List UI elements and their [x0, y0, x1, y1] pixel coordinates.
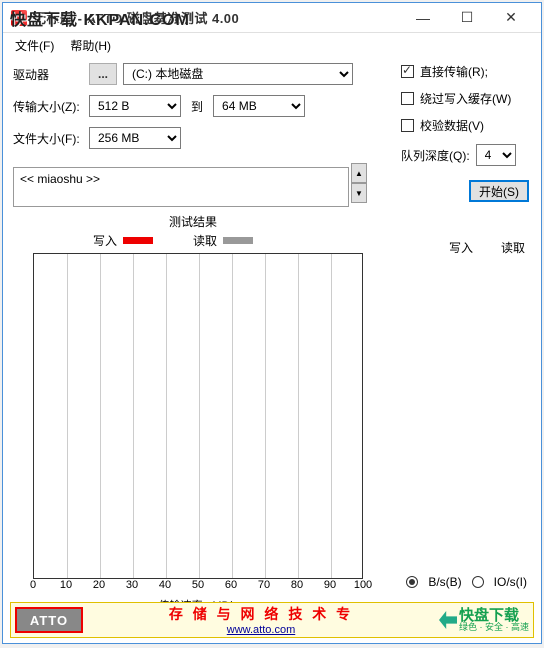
- grid-line: [265, 254, 266, 578]
- kkpan-arrow-icon: [439, 611, 457, 629]
- app-window: 无标题 - ATTO 磁盘基准测试 4.00 — ☐ ✕ 文件(F) 帮助(H)…: [2, 2, 542, 644]
- x-tick-label: 50: [192, 579, 204, 591]
- browse-button[interactable]: ...: [89, 63, 117, 85]
- bypass-cache-checkbox[interactable]: [401, 92, 414, 105]
- desc-spin-up[interactable]: ▲: [351, 163, 367, 183]
- legend-write-label: 写入: [93, 232, 117, 249]
- start-button[interactable]: 开始(S): [469, 180, 529, 202]
- options-column: 直接传输(R); 绕过写入缓存(W) 校验数据(V) 队列深度(Q): 4 开始…: [401, 63, 529, 202]
- menu-help[interactable]: 帮助(H): [62, 34, 119, 57]
- app-icon: [11, 10, 27, 26]
- bypass-cache-label: 绕过写入缓存(W): [420, 90, 511, 107]
- to-label: 到: [191, 98, 203, 115]
- grid-line: [166, 254, 167, 578]
- transfer-max-select[interactable]: 64 MB: [213, 95, 305, 117]
- kkpan-tagline: 绿色 · 安全 · 高速: [459, 623, 529, 632]
- verify-data-label: 校验数据(V): [420, 117, 484, 134]
- file-size-select[interactable]: 256 MB: [89, 127, 181, 149]
- grid-line: [199, 254, 200, 578]
- menu-file[interactable]: 文件(F): [7, 34, 62, 57]
- x-tick-label: 30: [126, 579, 138, 591]
- x-tick-label: 80: [291, 579, 303, 591]
- drive-select[interactable]: (C:) 本地磁盘: [123, 63, 353, 85]
- legend-read-swatch: [223, 237, 253, 244]
- titlebar: 无标题 - ATTO 磁盘基准测试 4.00 — ☐ ✕: [3, 3, 541, 33]
- desc-spin-down[interactable]: ▼: [351, 183, 367, 203]
- radio-bytes-label: B/s(B): [428, 575, 461, 589]
- x-tick-label: 60: [225, 579, 237, 591]
- description-textarea[interactable]: << miaoshu >>: [13, 167, 349, 207]
- col-read: 读取: [501, 239, 525, 256]
- radio-ios-label: IO/s(I): [494, 575, 527, 589]
- banner-text: 存 储 与 网 络 技 术 专 www.atto.com: [91, 604, 431, 636]
- x-tick-label: 40: [159, 579, 171, 591]
- grid-line: [133, 254, 134, 578]
- grid-line: [298, 254, 299, 578]
- grid-line: [100, 254, 101, 578]
- legend-write-swatch: [123, 237, 153, 244]
- queue-depth-label: 队列深度(Q):: [401, 147, 470, 164]
- kkpan-logo: 快盘下载 绿色 · 安全 · 高速: [439, 608, 529, 632]
- transfer-size-label: 传输大小(Z):: [13, 98, 83, 115]
- direct-io-checkbox[interactable]: [401, 65, 414, 78]
- x-tick-label: 20: [93, 579, 105, 591]
- menubar: 文件(F) 帮助(H): [3, 33, 541, 57]
- x-tick-label: 90: [324, 579, 336, 591]
- x-tick-label: 70: [258, 579, 270, 591]
- unit-radio-group: B/s(B) IO/s(I): [406, 575, 527, 589]
- result-column-headers: 写入 读取: [449, 239, 525, 256]
- minimize-button[interactable]: —: [401, 4, 445, 32]
- radio-bytes[interactable]: [406, 576, 418, 588]
- radio-ios[interactable]: [472, 576, 484, 588]
- col-write: 写入: [449, 239, 473, 256]
- grid-line: [232, 254, 233, 578]
- chart-plot-area: [33, 253, 363, 579]
- grid-line: [331, 254, 332, 578]
- close-button[interactable]: ✕: [489, 4, 533, 32]
- footer-banner: ATTO 存 储 与 网 络 技 术 专 www.atto.com 快盘下载 绿…: [10, 602, 534, 638]
- x-tick-label: 100: [354, 579, 372, 591]
- file-size-label: 文件大小(F):: [13, 130, 83, 147]
- window-title: 无标题 - ATTO 磁盘基准测试 4.00: [33, 8, 401, 27]
- queue-depth-select[interactable]: 4: [476, 144, 516, 166]
- legend-read-label: 读取: [193, 232, 217, 249]
- grid-line: [67, 254, 68, 578]
- results-title: 测试结果: [143, 213, 243, 230]
- kkpan-name: 快盘下载: [459, 608, 519, 623]
- banner-url[interactable]: www.atto.com: [91, 624, 431, 636]
- transfer-min-select[interactable]: 512 B: [89, 95, 181, 117]
- atto-logo: ATTO: [15, 607, 83, 633]
- banner-slogan: 存 储 与 网 络 技 术 专: [91, 604, 431, 624]
- x-tick-label: 10: [60, 579, 72, 591]
- x-tick-label: 0: [30, 579, 36, 591]
- x-axis-ticks: 0102030405060708090100: [33, 579, 363, 595]
- verify-data-checkbox[interactable]: [401, 119, 414, 132]
- content-area: 驱动器 ... (C:) 本地磁盘 传输大小(Z): 512 B 到 64 MB…: [3, 57, 541, 617]
- maximize-button[interactable]: ☐: [445, 4, 489, 32]
- drive-label: 驱动器: [13, 66, 83, 83]
- direct-io-label: 直接传输(R);: [420, 63, 488, 80]
